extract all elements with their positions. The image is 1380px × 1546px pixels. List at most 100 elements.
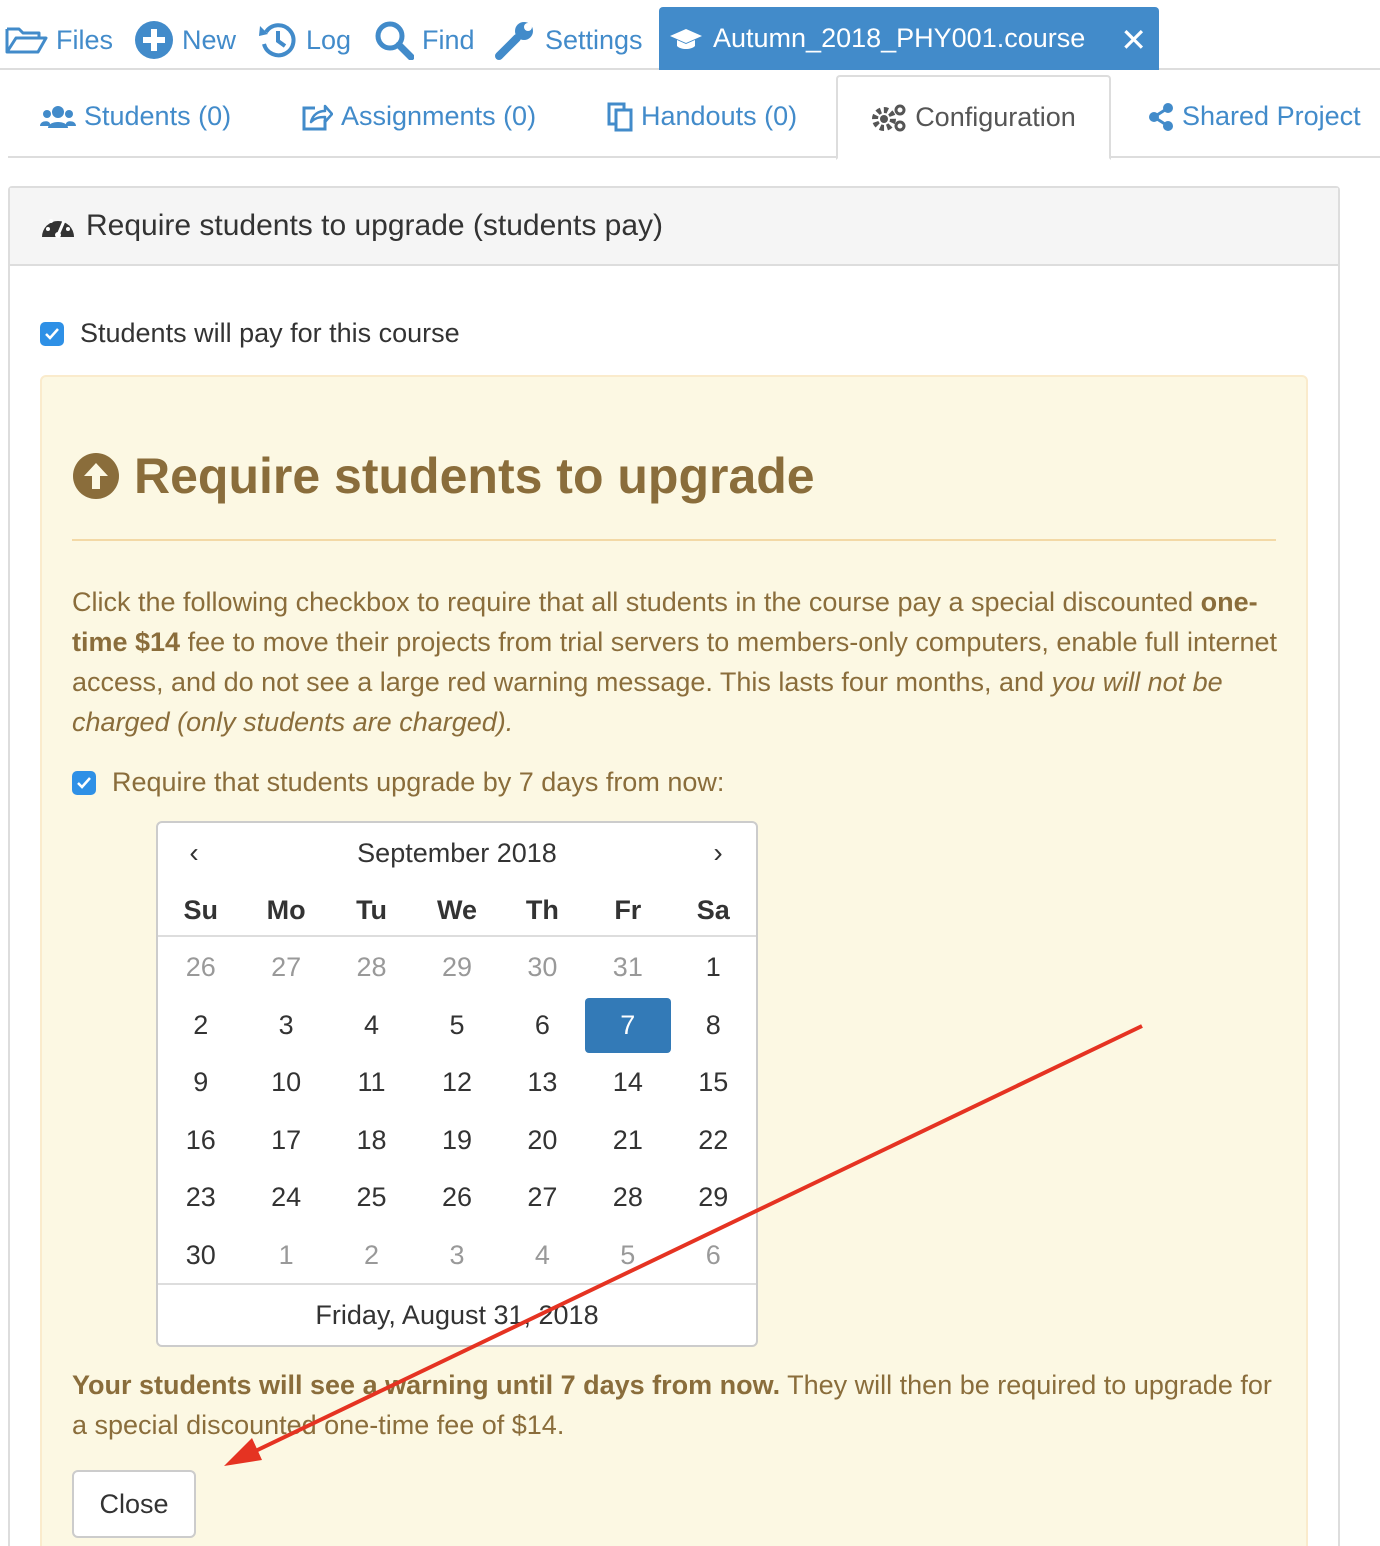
calendar-grid: 26 27 28 29 30 31 1 2 3 4 5 6 7 8 9 10 11 12 13 14 15 16 17 18 1… [158, 939, 756, 1284]
dashboard-icon [40, 211, 76, 241]
calendar-day[interactable]: 3 [414, 1227, 499, 1285]
find-label: Find [422, 24, 475, 55]
require-upgrade-checkbox[interactable] [72, 770, 96, 795]
calendar-day[interactable]: 28 [329, 939, 414, 997]
calendar-week: 26 27 28 29 30 31 1 [158, 939, 756, 997]
calendar-day[interactable]: 26 [414, 1169, 499, 1227]
tab-configuration-label: Configuration [915, 102, 1076, 132]
calendar-day[interactable]: 1 [671, 939, 756, 997]
upgrade-panel: Require students to upgrade (students pa… [8, 186, 1340, 1546]
calendar-day[interactable]: 23 [158, 1169, 243, 1227]
calendar-day-selected[interactable]: 7 [585, 997, 671, 1053]
calendar-day[interactable]: 10 [243, 1054, 328, 1112]
weekday-label: Mo [266, 894, 306, 925]
tab-handouts[interactable]: Handouts (0) [607, 75, 797, 158]
warning-description: Click the following checkbox to require … [72, 582, 1282, 742]
calendar-day[interactable]: 1 [243, 1227, 328, 1285]
calendar-day[interactable]: 11 [329, 1054, 414, 1112]
calendar-day[interactable]: 21 [585, 1112, 670, 1170]
calendar-day[interactable]: 20 [500, 1112, 585, 1170]
weekday-label: Fr [614, 894, 642, 925]
log-label: Log [306, 24, 352, 55]
calendar-day[interactable]: 12 [414, 1054, 499, 1112]
tab-assignments[interactable]: Assignments (0) [301, 75, 536, 158]
calendar-day[interactable]: 27 [500, 1169, 585, 1227]
new-nav-button[interactable]: New [134, 20, 236, 60]
calendar-day[interactable]: 18 [329, 1112, 414, 1170]
today-footer[interactable]: Friday, August 31, 2018 [158, 1283, 756, 1345]
note-bold: Your students will see a warning until 7… [72, 1370, 781, 1400]
calendar-day[interactable]: 26 [158, 939, 243, 997]
calendar-day[interactable]: 24 [243, 1169, 328, 1227]
close-button[interactable]: Close [72, 1470, 196, 1538]
weekday-label: We [436, 894, 477, 925]
calendar-day[interactable]: 4 [500, 1227, 585, 1285]
tab-handouts-label: Handouts (0) [641, 101, 798, 131]
weekday-header: Su Mo Tu We Th Fr Sa [158, 885, 756, 937]
active-file-tab[interactable]: Autumn_2018_PHY001.course ✕ [659, 7, 1159, 70]
history-icon [258, 20, 298, 60]
calendar-month-label[interactable]: September 2018 [158, 823, 756, 883]
calendar-day[interactable]: 9 [158, 1054, 243, 1112]
close-icon[interactable]: ✕ [1120, 21, 1147, 59]
require-upgrade-row: Require that students upgrade by 7 days … [72, 767, 724, 798]
calendar-day[interactable]: 6 [671, 1227, 756, 1285]
calendar-week: 16 17 18 19 20 21 22 [158, 1112, 756, 1170]
tab-configuration[interactable]: Configuration [836, 75, 1111, 160]
next-month-button[interactable]: › [698, 833, 738, 873]
date-picker: September 2018 ‹ › Su Mo Tu We Th Fr Sa 26 27 28… [156, 821, 758, 1347]
calendar-day[interactable]: 27 [243, 939, 328, 997]
panel-heading: Require students to upgrade (students pa… [10, 188, 1338, 266]
divider [72, 539, 1276, 541]
calendar-day[interactable]: 2 [158, 997, 243, 1055]
wrench-icon [495, 20, 537, 60]
tab-shared-project-label: Shared Project [1182, 101, 1361, 131]
plus-circle-icon [134, 20, 174, 60]
calendar-day[interactable]: 8 [671, 997, 756, 1055]
calendar-day[interactable]: 25 [329, 1169, 414, 1227]
calendar-day[interactable]: 29 [671, 1169, 756, 1227]
require-upgrade-label: Require that students upgrade by 7 days … [112, 767, 725, 797]
calendar-day[interactable]: 6 [500, 997, 585, 1055]
calendar-day[interactable]: 2 [329, 1227, 414, 1285]
files-label: Files [56, 24, 114, 55]
warning-title-text: Require students to upgrade [134, 448, 815, 504]
weekday-label: Tu [356, 894, 388, 925]
calendar-day[interactable]: 15 [671, 1054, 756, 1112]
calendar-week: 30 1 2 3 4 5 6 [158, 1227, 756, 1285]
calendar-day[interactable]: 29 [414, 939, 499, 997]
calendar-day[interactable]: 14 [585, 1054, 670, 1112]
description-part-1: Click the following checkbox to require … [72, 587, 1194, 617]
find-nav-button[interactable]: Find [374, 20, 475, 60]
calendar-day[interactable]: 13 [500, 1054, 585, 1112]
upgrade-warning-box: Require students to upgrade Click the fo… [40, 375, 1308, 1546]
files-nav-button[interactable]: Files [4, 20, 113, 60]
calendar-day[interactable]: 5 [585, 1227, 670, 1285]
calendar-day[interactable]: 19 [414, 1112, 499, 1170]
calendar-day[interactable]: 30 [500, 939, 585, 997]
tab-shared-project[interactable]: Shared Project [1148, 75, 1361, 158]
calendar-day[interactable]: 5 [414, 997, 499, 1055]
students-pay-checkbox[interactable] [40, 321, 64, 346]
search-icon [374, 20, 414, 60]
users-icon [40, 104, 76, 130]
graduation-cap-icon [669, 26, 703, 52]
calendar-day[interactable]: 17 [243, 1112, 328, 1170]
active-file-name: Autumn_2018_PHY001.course [713, 23, 1086, 53]
tab-students[interactable]: Students (0) [40, 75, 231, 158]
calendar-day[interactable]: 3 [243, 997, 328, 1055]
weekday-label: Sa [696, 894, 730, 925]
settings-nav-button[interactable]: Settings [495, 20, 643, 60]
calendar-day[interactable]: 31 [585, 939, 670, 997]
tab-assignments-label: Assignments (0) [341, 101, 537, 131]
log-nav-button[interactable]: Log [258, 20, 351, 60]
calendar-day[interactable]: 22 [671, 1112, 756, 1170]
calendar-day[interactable]: 28 [585, 1169, 670, 1227]
calendar-day[interactable]: 16 [158, 1112, 243, 1170]
arrow-circle-up-icon [72, 452, 120, 500]
course-tabs: Students (0) Assignments (0) Handouts (0… [8, 75, 1380, 160]
calendar-day[interactable]: 4 [329, 997, 414, 1055]
calendar-day[interactable]: 30 [158, 1227, 243, 1285]
top-nav: Files New Log Find Settings Autumn_2018_… [0, 0, 1380, 70]
previous-month-button[interactable]: ‹ [174, 833, 214, 873]
